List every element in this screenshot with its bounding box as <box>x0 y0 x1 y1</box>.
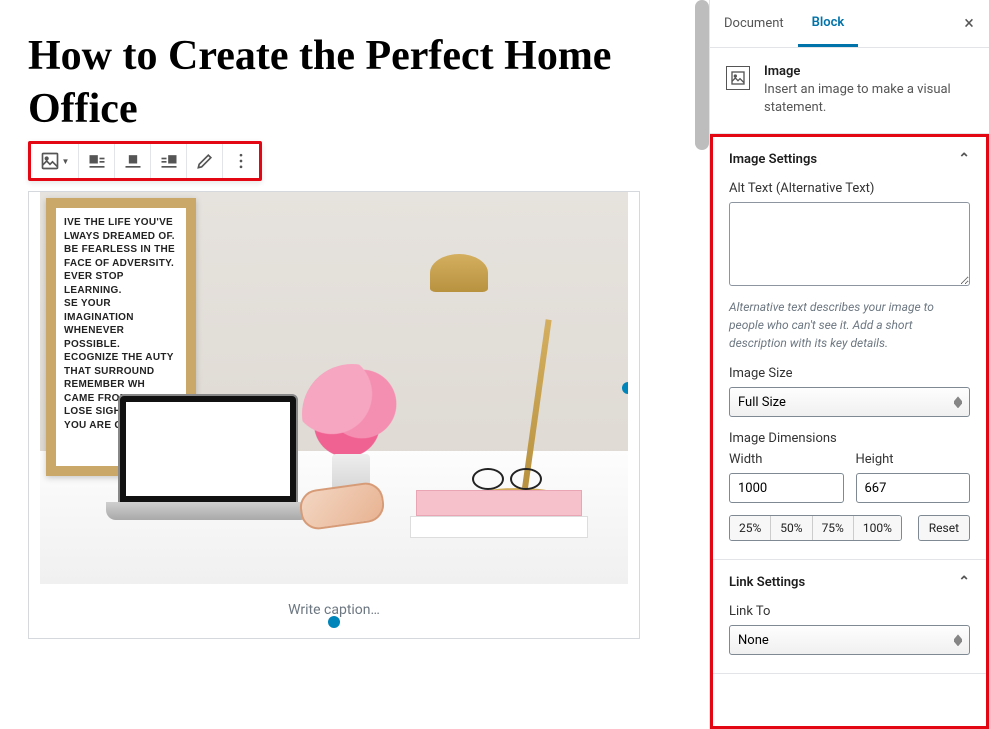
editor-canvas[interactable]: How to Create the Perfect Home Office ▼ … <box>0 0 709 729</box>
image-block[interactable]: IVE THE LIFE YOU'VE LWAYS DREAMED OF. BE… <box>28 191 640 639</box>
align-right-button[interactable] <box>151 144 187 178</box>
close-sidebar-button[interactable]: × <box>949 13 989 34</box>
image-settings-panel: Image Settings ⌃ Alt Text (Alternative T… <box>713 137 986 560</box>
link-to-label: Link To <box>729 604 970 619</box>
preset-75-button[interactable]: 75% <box>813 516 854 540</box>
more-options-button[interactable] <box>223 144 259 178</box>
tab-block[interactable]: Block <box>798 0 859 47</box>
image-caption-input[interactable]: Write caption… <box>29 584 639 638</box>
glasses-illustration <box>472 468 542 488</box>
image-dimensions-label: Image Dimensions <box>729 431 970 446</box>
resize-handle-right[interactable] <box>622 382 628 394</box>
image-settings-toggle[interactable]: Image Settings ⌃ <box>713 137 986 181</box>
reset-dimensions-button[interactable]: Reset <box>918 515 970 541</box>
resize-handle-bottom[interactable] <box>328 616 340 628</box>
block-description: Image Insert an image to make a visual s… <box>710 48 989 134</box>
image-settings-title: Image Settings <box>729 152 817 167</box>
alt-text-label: Alt Text (Alternative Text) <box>729 181 970 196</box>
align-left-button[interactable] <box>79 144 115 178</box>
lamp-head-illustration <box>430 254 488 292</box>
books-illustration <box>410 488 588 538</box>
laptop-illustration <box>118 394 298 504</box>
image-size-select[interactable]: Full Size <box>729 387 970 417</box>
chevron-up-icon: ⌃ <box>958 574 970 590</box>
editor-scrollbar[interactable] <box>695 0 709 150</box>
block-name: Image <box>764 64 973 79</box>
preset-100-button[interactable]: 100% <box>854 516 901 540</box>
height-input[interactable] <box>856 473 971 503</box>
flowers-illustration <box>302 364 402 464</box>
chevron-up-icon: ⌃ <box>958 151 970 167</box>
tab-document[interactable]: Document <box>710 0 798 47</box>
link-settings-toggle[interactable]: Link Settings ⌃ <box>713 560 986 604</box>
block-type-button[interactable]: ▼ <box>31 144 79 178</box>
post-title[interactable]: How to Create the Perfect Home Office <box>28 30 697 135</box>
height-label: Height <box>856 452 971 467</box>
image-preview[interactable]: IVE THE LIFE YOU'VE LWAYS DREAMED OF. BE… <box>40 192 628 584</box>
width-label: Width <box>729 452 844 467</box>
preset-50-button[interactable]: 50% <box>771 516 812 540</box>
sidebar-tabs: Document Block × <box>710 0 989 48</box>
size-preset-group: 25% 50% 75% 100% <box>729 515 902 541</box>
settings-sidebar: Document Block × Image Insert an image t… <box>709 0 989 729</box>
block-hint: Insert an image to make a visual stateme… <box>764 81 973 117</box>
link-settings-title: Link Settings <box>729 575 805 590</box>
edit-image-button[interactable] <box>187 144 223 178</box>
link-to-select[interactable]: None <box>729 625 970 655</box>
block-toolbar: ▼ <box>28 141 262 181</box>
highlighted-settings-region: Image Settings ⌃ Alt Text (Alternative T… <box>710 134 989 729</box>
link-settings-panel: Link Settings ⌃ Link To None <box>713 560 986 674</box>
image-size-label: Image Size <box>729 366 970 381</box>
align-center-button[interactable] <box>115 144 151 178</box>
width-input[interactable] <box>729 473 844 503</box>
alt-text-help: Alternative text describes your image to… <box>729 298 970 352</box>
image-block-icon <box>726 66 750 90</box>
preset-25-button[interactable]: 25% <box>730 516 771 540</box>
alt-text-input[interactable] <box>729 202 970 286</box>
